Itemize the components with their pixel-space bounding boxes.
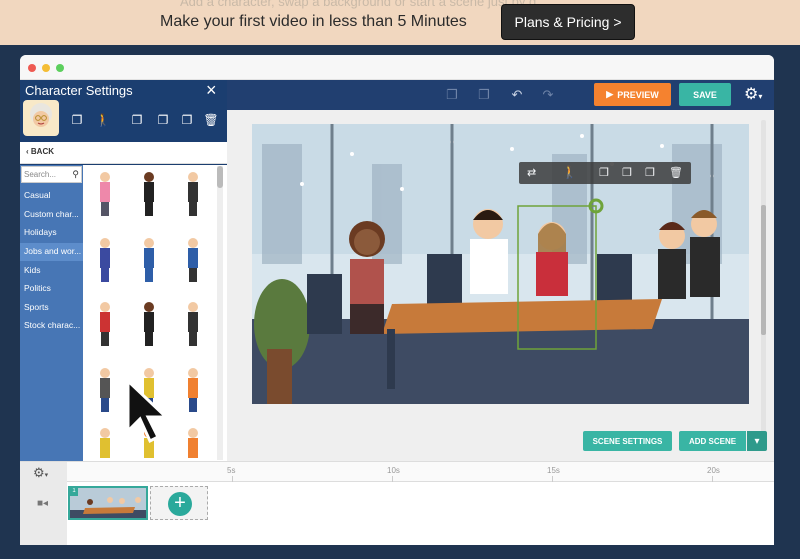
- add-scene-button[interactable]: ADD SCENE: [679, 431, 746, 451]
- back-label: BACK: [30, 147, 54, 156]
- back-button[interactable]: ‹ BACK: [26, 147, 54, 156]
- swap-character-icon[interactable]: ❐: [70, 113, 84, 127]
- app-window: ❐ ❐ ↶ ↷ ▶ PREVIEW SAVE ⚙▾ ⇄ 🚶 ❐ ❐ ❐ 🗑 SC…: [20, 55, 774, 545]
- category-list: Search... ⚲ Casual Custom char... Holida…: [20, 165, 83, 461]
- back-row: ‹ BACK: [20, 142, 227, 164]
- timeline-settings-icon[interactable]: ⚙▾: [33, 465, 48, 481]
- panel-title: Character Settings: [25, 83, 133, 98]
- swap-icon[interactable]: ⇄: [527, 166, 536, 179]
- timeline-sidebar: ⚙▾ ■◂: [20, 462, 67, 545]
- undo-icon[interactable]: ↶: [509, 87, 525, 103]
- camera-icon: ■◂: [37, 498, 49, 509]
- scene-settings-button[interactable]: SCENE SETTINGS: [583, 431, 672, 451]
- character-settings-panel: Character Settings × ❐ 🚶 ❐ ❐ ❐ 🗑 ‹ BACK …: [20, 80, 227, 461]
- trash-icon[interactable]: 🗑: [203, 113, 218, 127]
- category-item[interactable]: Custom char...: [24, 209, 82, 219]
- trash-icon[interactable]: 🗑: [669, 166, 683, 179]
- character-quick-toolbar: ⇄ 🚶 ❐ ❐ ❐ 🗑: [519, 162, 691, 184]
- category-item[interactable]: Kids: [24, 265, 82, 275]
- preview-button[interactable]: ▶ PREVIEW: [594, 83, 671, 106]
- save-button[interactable]: SAVE: [679, 83, 731, 106]
- category-item[interactable]: Politics: [24, 283, 82, 293]
- category-item[interactable]: Sports: [24, 302, 82, 312]
- copy-icon[interactable]: ❐: [444, 87, 460, 103]
- add-scene-plus-icon[interactable]: +: [168, 492, 192, 516]
- search-input[interactable]: Search... ⚲: [21, 166, 82, 183]
- add-clip-slot[interactable]: +: [150, 486, 208, 520]
- add-scene-dropdown-icon[interactable]: ▾: [747, 431, 767, 451]
- copy-icon[interactable]: ❐: [156, 113, 170, 127]
- walk-icon[interactable]: 🚶: [96, 113, 111, 127]
- banner-ghost-text: Add a character, swap a background or st…: [180, 0, 537, 9]
- plans-pricing-button[interactable]: Plans & Pricing >: [501, 4, 635, 40]
- tick-label: 5s: [227, 466, 236, 475]
- layer-icon[interactable]: ❐: [645, 166, 655, 179]
- walk-icon[interactable]: 🚶: [562, 165, 577, 179]
- tick-label: 20s: [707, 466, 720, 475]
- close-dot-icon[interactable]: [28, 64, 36, 72]
- play-icon: ▶: [606, 89, 614, 99]
- clip-number: 1: [70, 488, 78, 496]
- banner-headline: Make your first video in less than 5 Min…: [160, 13, 467, 30]
- timeline: ⚙▾ ■◂ 5s 10s 15s 20s 1 +: [20, 461, 774, 545]
- tick-label: 10s: [387, 466, 400, 475]
- preview-label: PREVIEW: [617, 89, 659, 100]
- settings-gear-icon[interactable]: ⚙▾: [744, 84, 762, 104]
- maximize-dot-icon[interactable]: [56, 64, 64, 72]
- tick-label: 15s: [547, 466, 560, 475]
- minimize-dot-icon[interactable]: [42, 64, 50, 72]
- scene-clip[interactable]: 1: [68, 486, 148, 520]
- category-item[interactable]: Stock charac...: [24, 320, 82, 330]
- layer-icon[interactable]: ❐: [180, 113, 194, 127]
- category-item[interactable]: Holidays: [24, 227, 82, 237]
- search-placeholder: Search...: [24, 170, 57, 179]
- canvas-area: ⇄ 🚶 ❐ ❐ ❐ 🗑 ⊖ ━ ↻: [227, 110, 774, 503]
- paste-icon[interactable]: ❐: [476, 87, 492, 103]
- timeline-ruler[interactable]: 5s 10s 15s 20s: [67, 462, 774, 482]
- category-item[interactable]: Jobs and wor...: [24, 246, 82, 256]
- flip-icon[interactable]: ❐: [130, 113, 144, 127]
- copy-icon[interactable]: ❐: [622, 166, 632, 179]
- promo-banner: Add a character, swap a background or st…: [0, 0, 800, 45]
- redo-icon[interactable]: ↷: [540, 87, 556, 103]
- character-thumb: [100, 172, 198, 216]
- search-icon[interactable]: ⚲: [72, 169, 79, 180]
- category-item[interactable]: Casual: [24, 190, 82, 200]
- mouse-cursor-icon: [126, 379, 170, 444]
- flip-icon[interactable]: ❐: [599, 166, 609, 179]
- close-icon[interactable]: ×: [206, 80, 217, 101]
- avatar[interactable]: [23, 100, 59, 136]
- window-titlebar: [20, 55, 774, 80]
- canvas-scrollbar[interactable]: [761, 120, 766, 450]
- character-grid-scrollbar[interactable]: [217, 166, 223, 460]
